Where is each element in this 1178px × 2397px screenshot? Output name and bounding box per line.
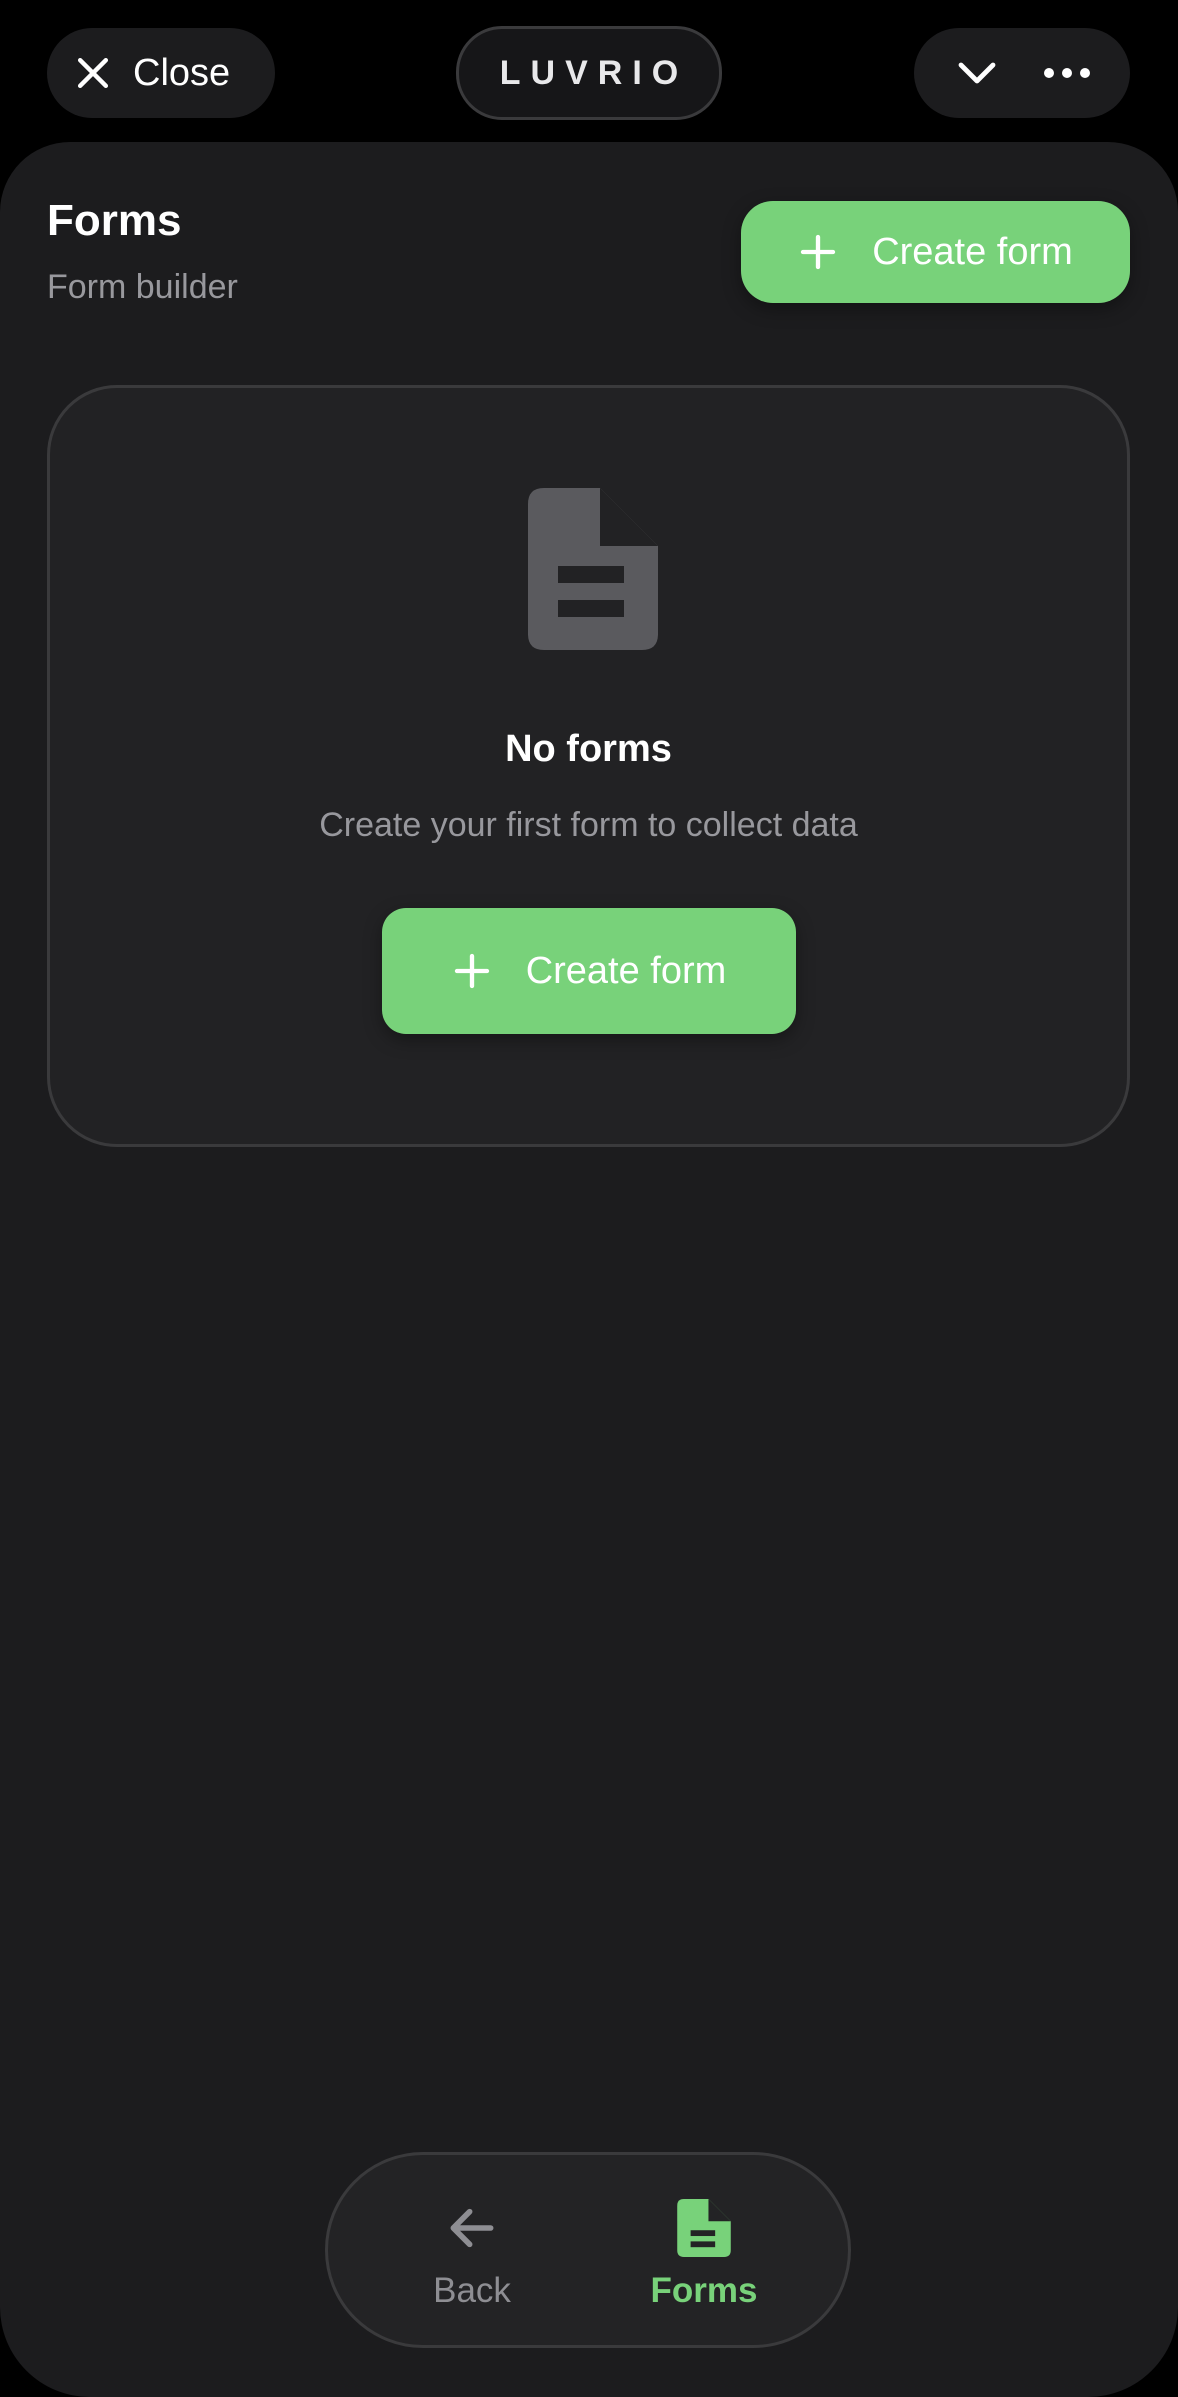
brand-name: LUVRIO (499, 53, 689, 92)
bottom-nav: Back Forms (325, 2152, 851, 2348)
document-icon (528, 488, 658, 650)
page-subtitle: Form builder (47, 268, 238, 306)
brand-badge: LUVRIO (456, 26, 722, 120)
top-bar: Close LUVRIO (0, 0, 1178, 142)
create-first-form-label: Create form (525, 949, 727, 992)
document-icon (677, 2199, 731, 2257)
nav-item-forms[interactable]: Forms (624, 2199, 784, 2311)
more-horizontal-icon (1044, 68, 1090, 78)
forms-sheet: Forms Form builder Create form No forms … (0, 142, 1178, 2397)
empty-state-message: Create your first form to collect data (319, 806, 858, 844)
window-controls (914, 28, 1130, 118)
create-form-button[interactable]: Create form (741, 201, 1130, 303)
chevron-down-icon (958, 62, 996, 84)
empty-state-card: No forms Create your first form to colle… (47, 385, 1130, 1147)
collapse-button[interactable] (942, 38, 1012, 108)
close-label: Close (133, 51, 231, 94)
nav-item-back[interactable]: Back (392, 2199, 552, 2311)
nav-item-label: Back (433, 2271, 511, 2310)
plus-icon (801, 234, 836, 270)
create-form-label: Create form (872, 230, 1073, 273)
nav-item-label: Forms (650, 2271, 758, 2310)
arrow-left-icon (450, 2208, 494, 2248)
close-button[interactable]: Close (47, 28, 275, 118)
more-options-button[interactable] (1032, 38, 1102, 108)
empty-state-title: No forms (505, 728, 672, 770)
plus-icon (454, 953, 489, 989)
page-title: Forms (47, 196, 182, 245)
create-first-form-button[interactable]: Create form (382, 908, 796, 1034)
close-icon (77, 57, 109, 89)
